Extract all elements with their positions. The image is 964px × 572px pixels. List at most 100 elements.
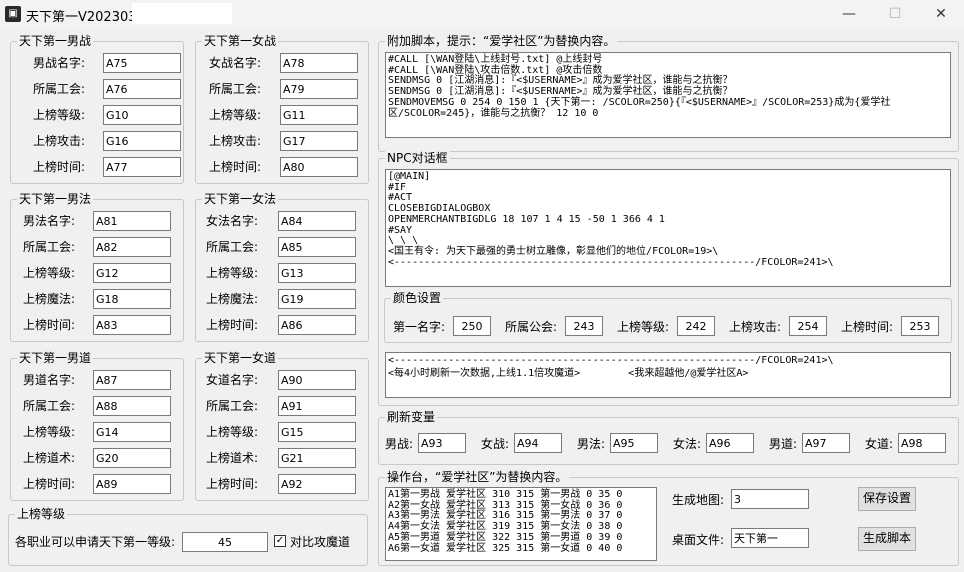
refresh-field-input[interactable] [418, 433, 466, 453]
mage-male-field-label: 男法名字: [23, 214, 76, 228]
taoist-female-field-input[interactable] [278, 474, 356, 494]
taoist-male-field-label: 上榜时间: [23, 477, 76, 491]
mage-male-field-input[interactable] [93, 289, 171, 309]
warrior-male-field-input[interactable] [103, 53, 181, 73]
mage-male-field-label: 上榜等级: [23, 266, 76, 280]
color-field-label: 上榜时间: [841, 320, 894, 334]
taoist-male-field-label: 上榜道术: [23, 451, 76, 465]
color-field-input[interactable] [677, 316, 715, 336]
taoist-male-field-input[interactable] [93, 370, 171, 390]
mage-male-field-input[interactable] [93, 263, 171, 283]
warrior-male-field-input[interactable] [103, 131, 181, 151]
save-settings-button[interactable]: 保存设置 [858, 487, 916, 511]
warrior-male-group: 天下第一男战男战名字: 所属工会: 上榜等级: 上榜攻击: 上榜时间: [10, 34, 184, 184]
taoist-female-field-label: 上榜时间: [206, 477, 259, 491]
taoist-female-group: 天下第一女道女道名字: 所属工会: 上榜等级: 上榜道术: 上榜时间: [195, 351, 369, 501]
refresh-field-label: 男法: [577, 437, 606, 451]
taoist-female-group-title: 天下第一女道 [202, 351, 279, 365]
script-textarea[interactable]: #CALL [\WAN登陆\上线封号.txt] @上线封号 #CALL [\WA… [385, 52, 951, 138]
script-group-title: 附加脚本，提示：“爱学社区”为替换内容。 [385, 34, 618, 48]
script-group: 附加脚本，提示：“爱学社区”为替换内容。 #CALL [\WAN登陆\上线封号.… [378, 34, 959, 152]
refresh-field-input[interactable] [802, 433, 850, 453]
taoist-female-field-input[interactable] [278, 448, 356, 468]
npc-footer-textarea[interactable]: <---------------------------------------… [385, 352, 951, 398]
taoist-male-group-title: 天下第一男道 [17, 351, 94, 365]
color-field-label: 所属公会: [505, 320, 558, 334]
warrior-male-field-input[interactable] [103, 79, 181, 99]
map-input[interactable] [731, 489, 809, 509]
warrior-female-field-input[interactable] [280, 157, 358, 177]
taoist-male-field-label: 所属工会: [23, 399, 76, 413]
mage-female-field-input[interactable] [278, 211, 356, 231]
warrior-female-field-label: 上榜攻击: [209, 134, 262, 148]
mage-male-field-input[interactable] [93, 211, 171, 231]
refresh-field-input[interactable] [610, 433, 658, 453]
refresh-field-input[interactable] [706, 433, 754, 453]
color-field-input[interactable] [789, 316, 827, 336]
color-field-input[interactable] [453, 316, 491, 336]
mage-female-field-label: 上榜时间: [206, 318, 259, 332]
mage-male-field-input[interactable] [93, 315, 171, 335]
close-button[interactable]: ✕ [918, 0, 964, 28]
taoist-female-field-input[interactable] [278, 422, 356, 442]
console-group-title: 操作台，“爱学社区”为替换内容。 [385, 470, 570, 484]
taoist-female-field-label: 所属工会: [206, 399, 259, 413]
warrior-female-field-input[interactable] [280, 79, 358, 99]
taoist-female-field-input[interactable] [278, 370, 356, 390]
level-group-title: 上榜等级 [15, 507, 68, 521]
taoist-female-field-label: 上榜等级: [206, 425, 259, 439]
npc-textarea[interactable]: [@MAIN] #IF #ACT CLOSEBIGDIALOGBOX OPENM… [385, 169, 951, 287]
taoist-male-field-input[interactable] [93, 396, 171, 416]
mage-female-field-input[interactable] [278, 263, 356, 283]
warrior-female-field-label: 女战名字: [209, 56, 262, 70]
color-field-input[interactable] [565, 316, 603, 336]
warrior-male-field-label: 上榜等级: [33, 108, 86, 122]
warrior-female-field-label: 上榜时间: [209, 160, 262, 174]
warrior-male-field-label: 上榜时间: [33, 160, 86, 174]
console-group: 操作台，“爱学社区”为替换内容。 A1第一男战 爱学社区 310 315 第一男… [378, 470, 959, 566]
refresh-field-input[interactable] [514, 433, 562, 453]
warrior-male-field-input[interactable] [103, 157, 181, 177]
refresh-field-input[interactable] [898, 433, 946, 453]
mage-female-field-input[interactable] [278, 315, 356, 335]
color-field-label: 上榜攻击: [729, 320, 782, 334]
taoist-female-field-input[interactable] [278, 396, 356, 416]
level-input[interactable] [182, 532, 268, 552]
warrior-male-field-label: 上榜攻击: [33, 134, 86, 148]
npc-group-title: NPC对话框 [385, 151, 450, 165]
desk-file-label: 桌面文件: [672, 533, 725, 547]
generate-script-button[interactable]: 生成脚本 [858, 527, 916, 551]
taoist-female-field-label: 女道名字: [206, 373, 259, 387]
refresh-field-label: 女战: [481, 437, 510, 451]
taoist-male-field-input[interactable] [93, 474, 171, 494]
mage-male-field-input[interactable] [93, 237, 171, 257]
color-field-input[interactable] [901, 316, 939, 336]
desk-file-input[interactable] [731, 528, 809, 548]
warrior-female-field-input[interactable] [280, 53, 358, 73]
mage-female-field-input[interactable] [278, 237, 356, 257]
compare-checkbox[interactable]: ✓ [274, 535, 286, 547]
console-textarea[interactable]: A1第一男战 爱学社区 310 315 第一男战 0 35 0 A2第一女战 爱… [385, 487, 657, 561]
refresh-group: 刷新变量 男战: 女战: 男法: 女法: 男道: 女道: [378, 410, 959, 465]
minimize-button[interactable]: — [826, 0, 872, 28]
compare-checkbox-label: 对比攻魔道 [290, 535, 351, 549]
taoist-male-field-label: 男道名字: [23, 373, 76, 387]
taoist-male-field-label: 上榜等级: [23, 425, 76, 439]
warrior-male-field-input[interactable] [103, 105, 181, 125]
color-group: 颜色设置 第一名字: 所属公会: 上榜等级: 上榜攻击: 上榜时间: [384, 291, 952, 343]
warrior-female-field-input[interactable] [280, 131, 358, 151]
warrior-female-field-input[interactable] [280, 105, 358, 125]
mage-female-group: 天下第一女法女法名字: 所属工会: 上榜等级: 上榜魔法: 上榜时间: [195, 192, 369, 342]
taoist-male-field-input[interactable] [93, 422, 171, 442]
warrior-female-group: 天下第一女战女战名字: 所属工会: 上榜等级: 上榜攻击: 上榜时间: [195, 34, 369, 184]
taoist-male-field-input[interactable] [93, 448, 171, 468]
title-bar: ▣ 天下第一V20230330 — ☐ ✕ [0, 0, 964, 28]
warrior-male-field-label: 男战名字: [33, 56, 86, 70]
color-field-label: 第一名字: [393, 320, 446, 334]
warrior-male-field-label: 所属工会: [33, 82, 86, 96]
mage-male-field-label: 上榜魔法: [23, 292, 76, 306]
npc-group: NPC对话框 [@MAIN] #IF #ACT CLOSEBIGDIALOGBO… [378, 151, 959, 406]
app-icon: ▣ [5, 6, 21, 22]
mage-female-field-input[interactable] [278, 289, 356, 309]
mage-female-field-label: 上榜等级: [206, 266, 259, 280]
